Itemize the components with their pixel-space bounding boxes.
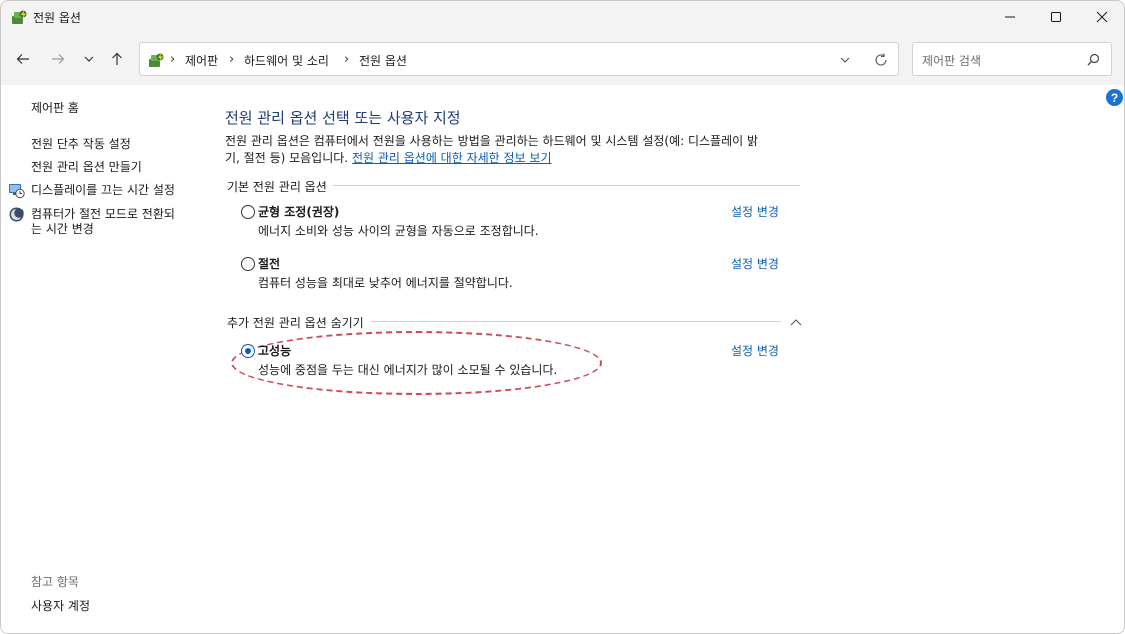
back-button[interactable]: [11, 47, 35, 71]
sidebar-link-display-off[interactable]: 디스플레이를 끄는 시간 설정: [31, 182, 175, 198]
minimize-icon: [1005, 16, 1015, 18]
page-title: 전원 관리 옵션 선택 또는 사용자 지정: [225, 109, 461, 127]
display-clock-icon: [8, 182, 25, 199]
power-options-app-icon: [10, 8, 28, 26]
breadcrumb-hardware-sound[interactable]: 하드웨어 및 소리: [244, 52, 329, 69]
see-also-header: 참고 항목: [31, 575, 79, 589]
moon-icon: [8, 206, 25, 223]
plan-desc-balanced: 에너지 소비와 성능 사이의 균형을 자동으로 조정합니다.: [258, 224, 539, 238]
search-input[interactable]: 제어판 검색: [912, 42, 1112, 76]
power-plan-info-link[interactable]: 전원 관리 옵션에 대한 자세한 정보 보기: [352, 151, 552, 165]
additional-plans-toggle[interactable]: 추가 전원 관리 옵션 숨기기: [227, 314, 370, 331]
breadcrumb-separator[interactable]: ›: [229, 52, 234, 67]
user-accounts-link[interactable]: 사용자 계정: [31, 598, 90, 614]
plan-name-power-saver[interactable]: 절전: [258, 255, 280, 272]
control-panel-icon: [147, 51, 165, 69]
breadcrumb-power-options[interactable]: 전원 옵션: [359, 52, 407, 69]
plan-desc-high-performance: 성능에 중점을 두는 대신 에너지가 많이 소모될 수 있습니다.: [258, 363, 558, 377]
up-button[interactable]: [105, 47, 129, 71]
change-settings-link-power-saver[interactable]: 설정 변경: [731, 255, 779, 272]
arrow-up-icon: [112, 52, 122, 65]
navigation-bar: › 제어판 › 하드웨어 및 소리 › 전원 옵션 제어판 검색: [1, 33, 1124, 85]
close-icon: [1096, 11, 1108, 23]
content-area: 제어판 홈 전원 단추 작동 설정 전원 관리 옵션 만들기 디스플레이를 끄는…: [1, 85, 1124, 633]
plan-radio-high-performance[interactable]: [241, 344, 255, 358]
close-button[interactable]: [1079, 1, 1124, 33]
address-dropdown-button[interactable]: [838, 53, 852, 67]
plan-radio-power-saver[interactable]: [241, 257, 255, 271]
default-plans-header: 기본 전원 관리 옵션: [227, 178, 333, 195]
minimize-button[interactable]: [987, 1, 1033, 33]
arrow-left-icon: [16, 54, 29, 64]
control-panel-home-link[interactable]: 제어판 홈: [31, 100, 79, 116]
maximize-button[interactable]: [1033, 1, 1079, 33]
description-line1: 전원 관리 옵션은 컴퓨터에서 전원을 사용하는 방법을 관리하는 하드웨어 및…: [225, 134, 759, 148]
title-bar: 전원 옵션: [1, 1, 1124, 33]
search-placeholder: 제어판 검색: [922, 54, 982, 68]
breadcrumb-separator[interactable]: ›: [344, 52, 349, 67]
change-settings-link-high-performance[interactable]: 설정 변경: [731, 342, 779, 359]
refresh-icon: [875, 53, 887, 66]
breadcrumb-control-panel[interactable]: 제어판: [185, 52, 218, 69]
power-options-window: 전원 옵션 › 제어판 › 하드웨어 및 소리 › 전원 옵션 제어판 검색 제…: [0, 0, 1125, 634]
change-settings-link-balanced[interactable]: 설정 변경: [731, 203, 779, 220]
chevron-down-icon: [84, 56, 94, 62]
sidebar-link-power-button[interactable]: 전원 단추 작동 설정: [31, 136, 131, 152]
sidebar-link-sleep-line1[interactable]: 컴퓨터가 절전 모드로 전환되: [31, 206, 175, 222]
forward-button[interactable]: [46, 47, 70, 71]
sidebar-link-create-plan[interactable]: 전원 관리 옵션 만들기: [31, 159, 142, 175]
plan-radio-balanced[interactable]: [241, 205, 255, 219]
help-icon[interactable]: ?: [1106, 89, 1123, 106]
sidebar-link-sleep-line2[interactable]: 는 시간 변경: [31, 221, 94, 237]
plan-desc-power-saver: 컴퓨터 성능을 최대로 낮추어 에너지를 절약합니다.: [258, 276, 513, 290]
description-line2-wrap: 기, 절전 등) 모음입니다. 전원 관리 옵션에 대한 자세한 정보 보기: [225, 150, 810, 167]
arrow-right-icon: [52, 54, 65, 64]
description-line2: 기, 절전 등) 모음입니다.: [225, 151, 349, 165]
search-icon[interactable]: [1087, 53, 1100, 66]
plan-name-balanced[interactable]: 균형 조정(권장): [258, 203, 339, 220]
maximize-icon: [1051, 12, 1061, 22]
page-description: 전원 관리 옵션은 컴퓨터에서 전원을 사용하는 방법을 관리하는 하드웨어 및…: [225, 133, 810, 167]
plan-name-high-performance[interactable]: 고성능: [258, 342, 291, 359]
window-title: 전원 옵션: [33, 11, 81, 25]
refresh-button[interactable]: [873, 52, 889, 68]
chevron-down-icon: [840, 57, 850, 63]
breadcrumb-separator: ›: [170, 52, 176, 67]
chevron-up-icon[interactable]: [789, 316, 803, 326]
address-bar[interactable]: › 제어판 › 하드웨어 및 소리 › 전원 옵션: [139, 42, 899, 76]
recent-locations-button[interactable]: [77, 47, 101, 71]
